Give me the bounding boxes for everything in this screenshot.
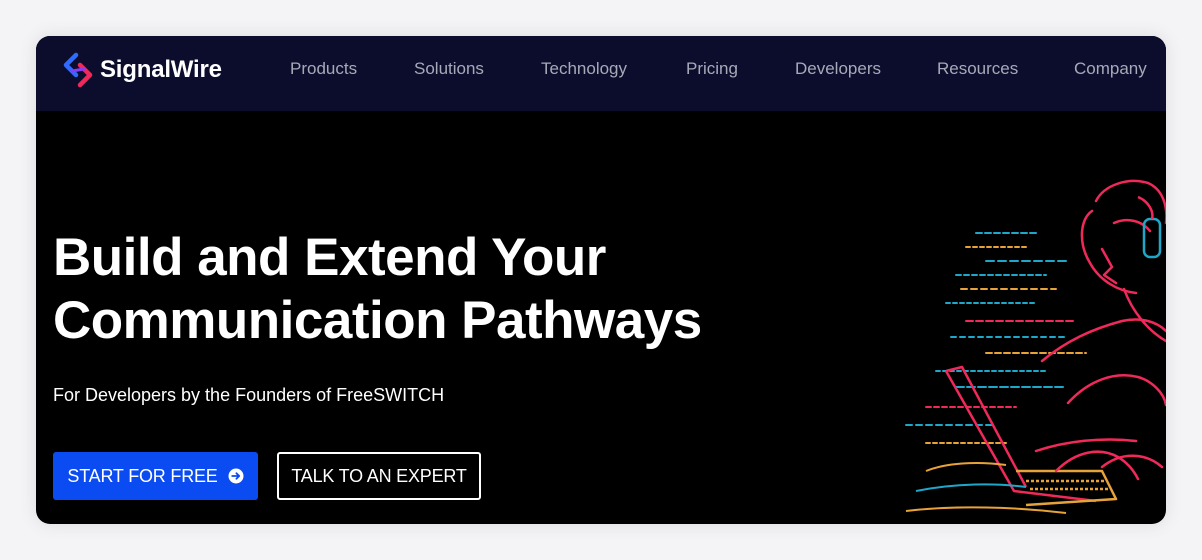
nav-item-resources[interactable]: Resources bbox=[937, 59, 1018, 79]
talk-to-expert-label: TALK TO AN EXPERT bbox=[291, 465, 467, 486]
hero-title-line-2: Communication Pathways bbox=[53, 291, 702, 350]
hero-title: Build and Extend Your Communication Path… bbox=[53, 226, 702, 352]
signalwire-logo-icon bbox=[63, 52, 93, 88]
start-for-free-label: START FOR FREE bbox=[67, 465, 218, 486]
brand-name: SignalWire bbox=[100, 56, 222, 83]
arrow-circle-right-icon bbox=[228, 468, 244, 484]
nav-item-developers[interactable]: Developers bbox=[795, 59, 881, 79]
nav-item-solutions[interactable]: Solutions bbox=[414, 59, 484, 79]
page-card: SignalWire Products Solutions Technology… bbox=[36, 36, 1166, 524]
nav-item-company[interactable]: Company bbox=[1074, 59, 1147, 79]
top-navigation: SignalWire Products Solutions Technology… bbox=[36, 36, 1166, 111]
nav-item-technology[interactable]: Technology bbox=[541, 59, 627, 79]
nav-item-pricing[interactable]: Pricing bbox=[686, 59, 738, 79]
hero-title-line-1: Build and Extend Your bbox=[53, 228, 606, 287]
hero-subtitle: For Developers by the Founders of FreeSW… bbox=[53, 385, 445, 405]
start-for-free-button[interactable]: START FOR FREE bbox=[53, 452, 258, 500]
brand-logo[interactable]: SignalWire bbox=[62, 52, 222, 88]
developer-illustration bbox=[905, 179, 1166, 514]
talk-to-expert-button[interactable]: TALK TO AN EXPERT bbox=[277, 452, 481, 500]
nav-item-products[interactable]: Products bbox=[290, 59, 357, 79]
